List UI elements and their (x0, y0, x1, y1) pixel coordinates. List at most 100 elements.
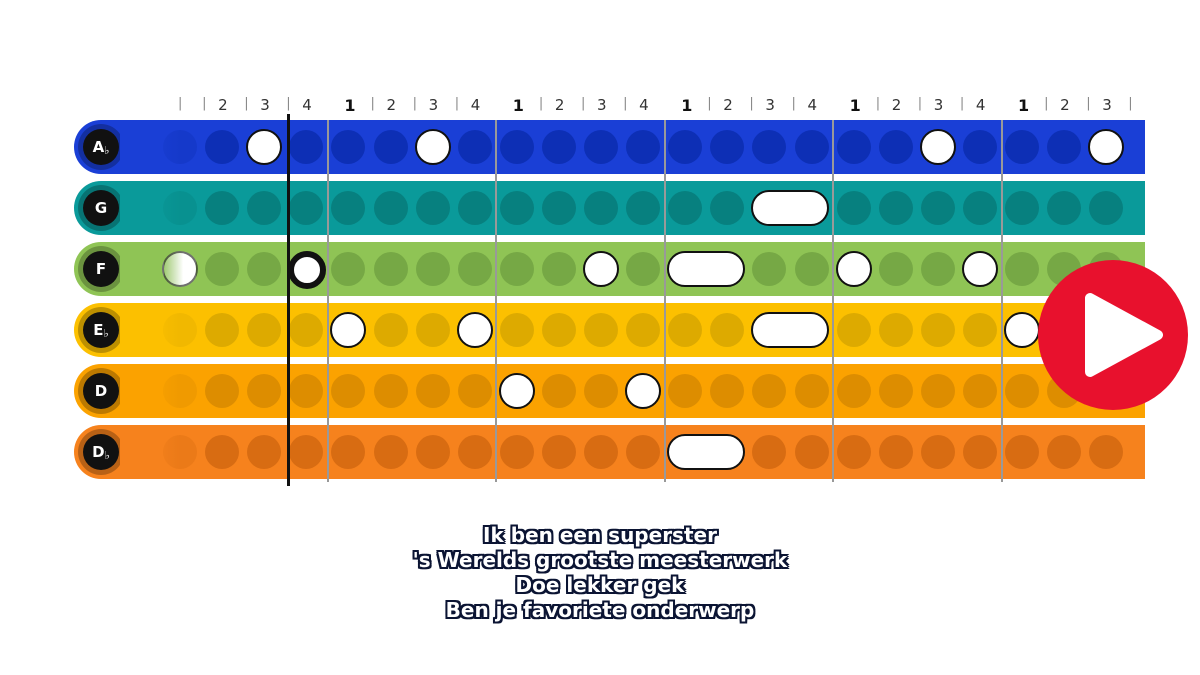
beat-slot[interactable] (626, 435, 661, 469)
beat-slot[interactable] (457, 374, 492, 408)
beat-slot[interactable] (541, 191, 576, 225)
note[interactable] (625, 373, 662, 409)
beat-slot[interactable] (626, 313, 661, 347)
beat-slot[interactable] (878, 130, 913, 164)
beat-slot[interactable] (962, 374, 997, 408)
beat-slot[interactable] (205, 374, 240, 408)
beat-slot[interactable] (415, 435, 450, 469)
beat-slot[interactable] (541, 130, 576, 164)
note[interactable] (498, 373, 535, 409)
beat-slot[interactable] (962, 130, 997, 164)
beat-slot[interactable] (415, 191, 450, 225)
beat-slot[interactable] (457, 191, 492, 225)
beat-slot[interactable] (373, 313, 408, 347)
beat-slot[interactable] (499, 252, 534, 286)
beat-slot[interactable] (878, 191, 913, 225)
beat-slot[interactable] (878, 374, 913, 408)
note[interactable] (162, 251, 198, 287)
beat-slot[interactable] (626, 130, 661, 164)
note[interactable] (919, 129, 956, 165)
beat-slot[interactable] (626, 191, 661, 225)
long-note[interactable] (751, 190, 830, 226)
beat-slot[interactable] (541, 313, 576, 347)
note[interactable] (961, 251, 998, 287)
beat-slot[interactable] (541, 374, 576, 408)
beat-slot[interactable] (794, 130, 829, 164)
beat-slot[interactable] (920, 252, 955, 286)
beat-slot[interactable] (541, 435, 576, 469)
long-note[interactable] (667, 434, 746, 470)
long-note[interactable] (667, 251, 746, 287)
beat-slot[interactable] (962, 435, 997, 469)
beat-slot[interactable] (920, 313, 955, 347)
beat-slot[interactable] (836, 130, 871, 164)
beat-slot[interactable] (962, 313, 997, 347)
beat-slot[interactable] (668, 313, 703, 347)
beat-slot[interactable] (1005, 252, 1039, 286)
beat-slot[interactable] (205, 191, 240, 225)
note[interactable] (1088, 129, 1125, 165)
beat-slot[interactable] (499, 191, 534, 225)
beat-slot[interactable] (499, 130, 534, 164)
beat-slot[interactable] (415, 252, 450, 286)
beat-slot[interactable] (1005, 191, 1039, 225)
note[interactable] (414, 129, 451, 165)
beat-slot[interactable] (584, 374, 618, 408)
beat-slot[interactable] (457, 435, 492, 469)
beat-slot[interactable] (962, 191, 997, 225)
beat-slot[interactable] (373, 374, 408, 408)
beat-slot[interactable] (836, 435, 871, 469)
beat-slot[interactable] (373, 191, 408, 225)
beat-slot[interactable] (415, 374, 450, 408)
beat-slot[interactable] (668, 191, 703, 225)
beat-slot[interactable] (1005, 435, 1039, 469)
note[interactable] (583, 251, 619, 287)
beat-slot[interactable] (373, 130, 408, 164)
beat-slot[interactable] (499, 435, 534, 469)
beat-slot[interactable] (794, 435, 829, 469)
beat-slot[interactable] (457, 252, 492, 286)
beat-slot[interactable] (1089, 191, 1124, 225)
beat-slot[interactable] (584, 313, 618, 347)
note[interactable] (1004, 312, 1040, 348)
beat-slot[interactable] (247, 374, 282, 408)
beat-slot[interactable] (794, 374, 829, 408)
beat-slot[interactable] (457, 130, 492, 164)
beat-slot[interactable] (878, 313, 913, 347)
beat-slot[interactable] (836, 374, 871, 408)
beat-slot[interactable] (247, 191, 282, 225)
beat-slot[interactable] (1005, 374, 1039, 408)
beat-slot[interactable] (584, 435, 618, 469)
long-note[interactable] (751, 312, 830, 348)
beat-slot[interactable] (499, 313, 534, 347)
beat-slot[interactable] (794, 252, 829, 286)
beat-slot[interactable] (1047, 191, 1082, 225)
beat-slot[interactable] (836, 313, 871, 347)
beat-slot[interactable] (1047, 435, 1082, 469)
beat-slot[interactable] (878, 252, 913, 286)
beat-slot[interactable] (878, 435, 913, 469)
beat-slot[interactable] (626, 252, 661, 286)
beat-slot[interactable] (205, 252, 240, 286)
note[interactable] (246, 129, 283, 165)
beat-slot[interactable] (205, 435, 240, 469)
play-button[interactable] (1038, 260, 1188, 410)
beat-slot[interactable] (920, 191, 955, 225)
beat-slot[interactable] (541, 252, 576, 286)
beat-slot[interactable] (920, 435, 955, 469)
beat-slot[interactable] (247, 313, 282, 347)
beat-slot[interactable] (247, 435, 282, 469)
beat-slot[interactable] (1005, 130, 1039, 164)
beat-slot[interactable] (205, 313, 240, 347)
beat-slot[interactable] (373, 252, 408, 286)
beat-slot[interactable] (1089, 435, 1124, 469)
beat-slot[interactable] (205, 130, 240, 164)
beat-slot[interactable] (584, 130, 618, 164)
beat-slot[interactable] (920, 374, 955, 408)
note[interactable] (835, 251, 872, 287)
note[interactable] (456, 312, 493, 348)
beat-slot[interactable] (584, 191, 618, 225)
beat-slot[interactable] (668, 130, 703, 164)
beat-slot[interactable] (668, 374, 703, 408)
beat-slot[interactable] (373, 435, 408, 469)
